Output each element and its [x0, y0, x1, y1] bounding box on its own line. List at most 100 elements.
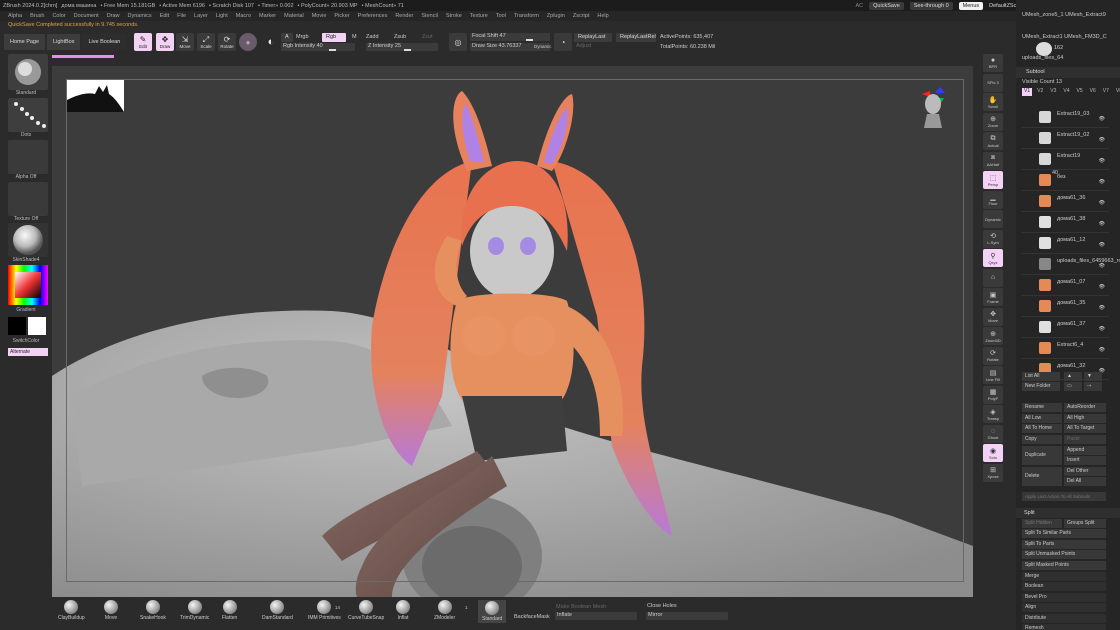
menu-color[interactable]: Color: [52, 13, 65, 19]
all-high-button[interactable]: All High: [1064, 414, 1106, 423]
subtool-row[interactable]: uploads_files_6459663_rose👁: [1021, 255, 1120, 275]
version-v8-button[interactable]: V8: [1114, 88, 1120, 96]
stroke-slot[interactable]: [8, 98, 48, 132]
close-holes-toggle[interactable]: Close Holes: [647, 603, 677, 609]
gradient-label[interactable]: Gradient: [0, 307, 52, 313]
menu-edit[interactable]: Edit: [160, 13, 169, 19]
menu-transform[interactable]: Transform: [514, 13, 539, 19]
visibility-eye-icon[interactable]: 👁: [1099, 326, 1105, 332]
arrow-down-button[interactable]: ▼: [1084, 372, 1102, 381]
z-intensity-knob[interactable]: [404, 49, 411, 51]
menu-preferences[interactable]: Preferences: [358, 13, 388, 19]
primary-color-swatch[interactable]: [8, 317, 26, 335]
texture-slot[interactable]: [8, 182, 48, 216]
visibility-eye-icon[interactable]: 👁: [1099, 242, 1105, 248]
zcut-toggle[interactable]: Zcut: [422, 34, 433, 40]
shelf-spacer-11-button[interactable]: ⌂: [983, 268, 1003, 287]
brush-imm-primitives-button[interactable]: IMM Primitives: [308, 600, 341, 621]
subtool-row[interactable]: дома61_38 👁: [1021, 213, 1109, 233]
color-picker[interactable]: [8, 265, 48, 305]
brush-slot[interactable]: [8, 54, 48, 90]
arrow-up-button[interactable]: ▲: [1064, 372, 1082, 381]
auto-reorder-button[interactable]: AutoReorder: [1064, 403, 1106, 412]
split-masked-button[interactable]: Split Masked Points: [1022, 561, 1106, 570]
split-header[interactable]: Split: [1016, 508, 1120, 518]
menu-tool[interactable]: Tool: [496, 13, 506, 19]
shelf-solo-button[interactable]: ◉ Solo: [983, 444, 1003, 462]
menu-render[interactable]: Render: [395, 13, 413, 19]
backface-mask-button[interactable]: BackfaceMask: [514, 614, 550, 620]
menu-stroke[interactable]: Stroke: [446, 13, 462, 19]
head-gizmo-icon[interactable]: [918, 90, 948, 130]
split-parts-button[interactable]: Split To Parts: [1022, 540, 1106, 549]
version-v5-button[interactable]: V5: [1075, 88, 1085, 96]
mirror-slider[interactable]: Mirror: [646, 612, 728, 620]
brush-damstandard-button[interactable]: DamStandard: [262, 600, 293, 621]
menu-layer[interactable]: Layer: [194, 13, 208, 19]
zsub-toggle[interactable]: Zsub: [394, 34, 406, 40]
shelf-dynamic-button[interactable]: Dynamic: [983, 210, 1003, 228]
subtool-row[interactable]: Extract6_4 👁: [1021, 339, 1109, 359]
shelf-zoom-button[interactable]: ⊕ Zoom: [983, 112, 1003, 131]
make-boolean-mesh-button[interactable]: Make Boolean Mesh: [556, 604, 606, 610]
visibility-eye-icon[interactable]: 👁: [1099, 137, 1105, 143]
insert-button[interactable]: Insert: [1064, 456, 1106, 465]
rename-button[interactable]: Rename: [1022, 403, 1062, 412]
visibility-eye-icon[interactable]: 👁: [1099, 200, 1105, 206]
tool-thumb[interactable]: [1036, 42, 1052, 56]
remesh-button[interactable]: Remesh: [1022, 624, 1106, 630]
all-to-target-button[interactable]: All To Target: [1064, 424, 1106, 433]
shelf-move-button[interactable]: ✥ Move: [983, 307, 1003, 326]
visibility-eye-icon[interactable]: 👁: [1099, 158, 1105, 164]
brush-flatten-button[interactable]: Flatten: [222, 600, 237, 621]
shelf-l-sym-button[interactable]: ⟲ L.Sym: [983, 229, 1003, 248]
bevel-pro-button[interactable]: Bevel Pro: [1022, 593, 1106, 602]
menu-macro[interactable]: Macro: [236, 13, 251, 19]
edit-button[interactable]: ✎ Edit: [134, 33, 152, 51]
live-boolean-button[interactable]: Live Boolean: [82, 34, 127, 50]
alternate-button[interactable]: Alternate: [8, 348, 48, 356]
z-intensity-slider[interactable]: Z Intensity 25: [366, 43, 438, 51]
shelf-ghost-button[interactable]: ◌ Ghost: [983, 424, 1003, 443]
version-v2-button[interactable]: V2: [1035, 88, 1045, 96]
focal-shift-slider[interactable]: Focal Shift 47: [470, 33, 550, 41]
visibility-eye-icon[interactable]: 👁: [1099, 263, 1105, 269]
version-v7-button[interactable]: V7: [1101, 88, 1111, 96]
shelf-polyf-button[interactable]: ▦ PolyF: [983, 385, 1003, 404]
version-v3-button[interactable]: V3: [1048, 88, 1058, 96]
rgb-intensity-knob[interactable]: [329, 49, 336, 51]
material-sphere-button[interactable]: ●: [239, 33, 257, 51]
boolean-button[interactable]: Boolean: [1022, 582, 1106, 591]
home-page-button[interactable]: Home Page: [4, 34, 46, 50]
color-mode-button[interactable]: ◐: [262, 33, 280, 51]
subtool-row[interactable]: Extract19 👁: [1021, 150, 1109, 170]
rgb-intensity-slider[interactable]: Rgb Intensity 40: [281, 43, 355, 51]
copy-button[interactable]: Copy: [1022, 435, 1062, 444]
zadd-toggle[interactable]: Zadd: [366, 34, 379, 40]
menu-stencil[interactable]: Stencil: [421, 13, 438, 19]
canvas-viewport[interactable]: [52, 66, 973, 597]
subtool-row[interactable]: дома61_37 👁: [1021, 318, 1109, 338]
brush-trimdynamic-button[interactable]: TrimDynamic: [180, 600, 209, 621]
shelf-frame-button[interactable]: ▣ Frame: [983, 288, 1003, 306]
menus-button[interactable]: Menus: [958, 1, 984, 10]
split-unmasked-button[interactable]: Split Unmasked Points: [1022, 550, 1106, 559]
list-all-button[interactable]: List All: [1022, 372, 1060, 381]
del-all-button[interactable]: Del All: [1064, 477, 1106, 486]
lightbox-button[interactable]: LightBox: [47, 34, 81, 50]
menu-help[interactable]: Help: [597, 13, 608, 19]
shelf-scroll-button[interactable]: ✋ Scroll: [983, 93, 1003, 111]
navigator-thumbnail[interactable]: [67, 80, 124, 112]
shelf-transp-button[interactable]: ◈ Transp: [983, 405, 1003, 423]
shelf-zoom3d-button[interactable]: ⊕ Zoom3D: [983, 327, 1003, 345]
draw-button[interactable]: ✥ Draw: [156, 33, 174, 51]
menu-zplugin[interactable]: Zplugin: [547, 13, 565, 19]
menu-alpha[interactable]: Alpha: [8, 13, 22, 19]
scale-button[interactable]: ⤢ Scale: [197, 33, 215, 51]
shelf-aahalf-button[interactable]: ⧈ AAHalf: [983, 151, 1003, 170]
brush-snakehook-button[interactable]: SnakeHook: [140, 600, 166, 621]
menu-picker[interactable]: Picker: [334, 13, 349, 19]
visibility-eye-icon[interactable]: 👁: [1099, 116, 1105, 122]
a-toggle[interactable]: A: [281, 33, 293, 42]
move-button[interactable]: ⇲ Move: [176, 33, 194, 51]
